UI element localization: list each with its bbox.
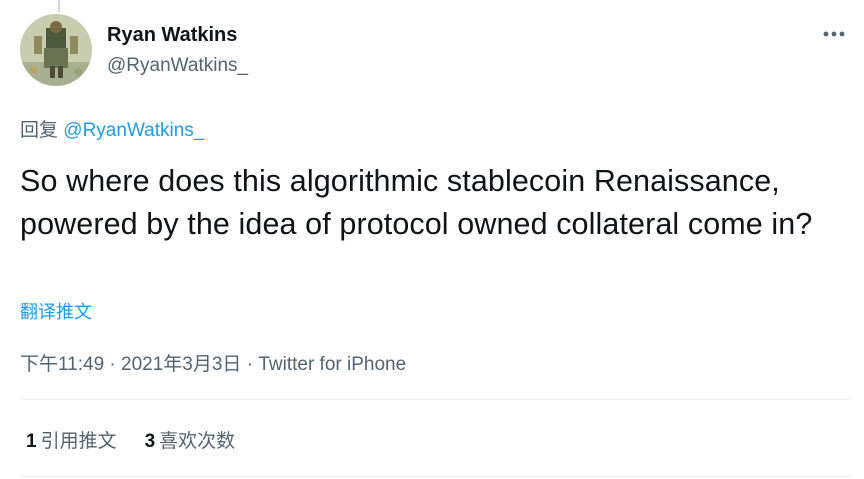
quote-tweets-stat[interactable]: 1 引用推文	[26, 426, 117, 453]
avatar-image	[20, 14, 92, 86]
likes-count: 3	[144, 431, 156, 452]
author-handle[interactable]: @RyanWatkins_	[107, 55, 248, 77]
quote-tweets-label: 引用推文	[40, 431, 117, 452]
more-options-button[interactable]	[820, 22, 848, 46]
tweet-text: So where does this algorithmic stablecoi…	[20, 164, 813, 241]
meta-separator: ·	[241, 354, 259, 375]
divider	[20, 399, 852, 400]
tweet-time[interactable]: 下午11:49	[20, 354, 104, 375]
author-name[interactable]: Ryan Watkins	[107, 24, 237, 47]
reply-mention-link[interactable]: @RyanWatkins_	[63, 120, 204, 141]
translate-tweet-link[interactable]: 翻译推文	[20, 298, 92, 324]
meta-separator: ·	[104, 354, 122, 375]
quote-tweets-count: 1	[26, 431, 37, 452]
replying-to: 回复 @RyanWatkins_	[20, 115, 204, 142]
tweet-stats: 1 引用推文 3 喜欢次数	[26, 426, 235, 453]
likes-stat[interactable]: 3 喜欢次数	[145, 426, 236, 453]
tweet-date[interactable]: 2021年3月3日	[121, 354, 241, 375]
avatar[interactable]	[20, 14, 92, 86]
thread-connector-line	[58, 0, 60, 12]
reply-prefix: 回复	[20, 120, 59, 141]
divider	[20, 476, 852, 477]
tweet-source-link[interactable]: Twitter for iPhone	[258, 354, 406, 375]
more-horizontal-icon	[823, 31, 845, 37]
tweet-metadata: 下午11:49 · 2021年3月3日 · Twitter for iPhone	[20, 349, 406, 376]
likes-label: 喜欢次数	[159, 431, 236, 452]
